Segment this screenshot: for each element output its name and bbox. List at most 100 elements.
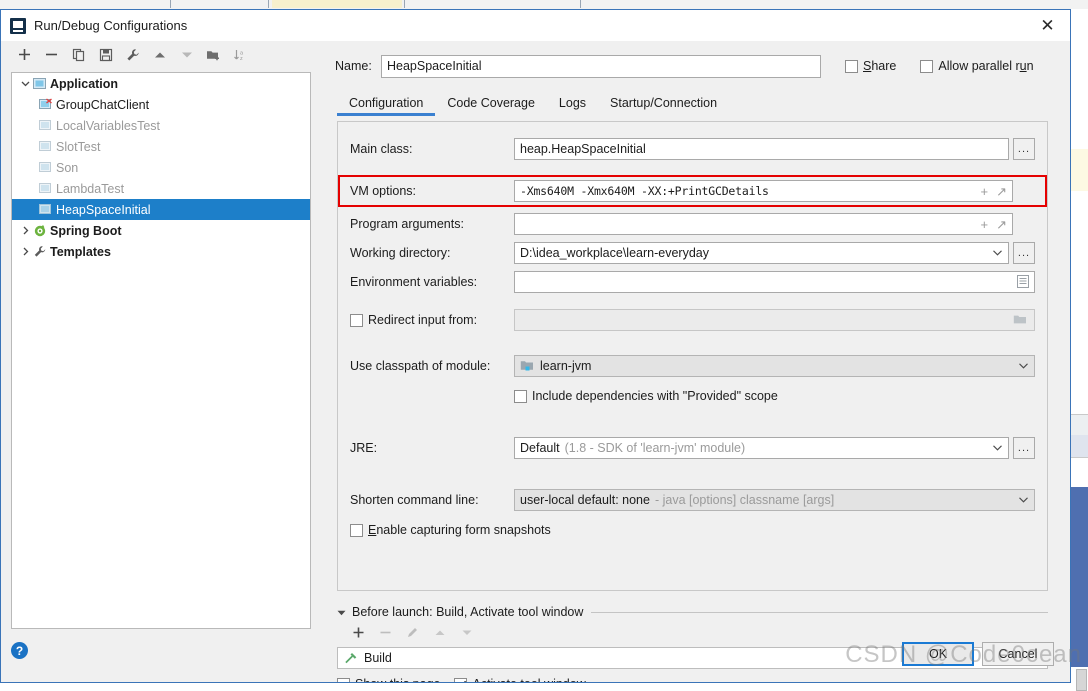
tab-label: Configuration	[349, 95, 424, 110]
tree-item-heapspaceinitial[interactable]: HeapSpaceInitial	[12, 199, 310, 220]
environment-variables-input[interactable]	[514, 271, 1035, 293]
svg-text:z: z	[240, 56, 243, 62]
chevron-down-icon[interactable]	[337, 605, 346, 619]
remove-configuration-button[interactable]	[38, 43, 65, 67]
vm-options-label: VM options:	[350, 184, 417, 198]
tree-item-templates[interactable]: Templates	[12, 241, 310, 262]
enable-capturing-checkbox-wrap[interactable]: Enable capturing form snapshots	[350, 523, 551, 537]
tab-label: Startup/Connection	[610, 95, 718, 110]
redirect-input-label-wrap[interactable]: Redirect input from:	[350, 313, 514, 327]
use-classpath-of-module-combo[interactable]: learn-jvm	[514, 355, 1035, 377]
allow-parallel-run-checkbox[interactable]: Allow parallel run	[920, 59, 1034, 73]
allow-parallel-run-checkbox-box[interactable]	[920, 59, 934, 73]
cancel-button[interactable]: Cancel	[982, 642, 1054, 666]
tab-logs[interactable]: Logs	[547, 89, 598, 116]
chevron-right-icon[interactable]	[18, 247, 33, 256]
chevron-down-icon[interactable]	[993, 443, 1002, 454]
tree-item-label: Application	[50, 76, 119, 91]
show-this-page-checkbox[interactable]	[337, 677, 350, 682]
tree-item-lambdatest[interactable]: LambdaTest	[12, 178, 310, 199]
main-class-input[interactable]	[514, 138, 1009, 160]
name-input[interactable]	[381, 54, 821, 78]
activate-tool-window-checkbox-wrap[interactable]: Activate tool window	[454, 677, 586, 682]
before-launch-edit-button	[399, 620, 426, 644]
save-configuration-button[interactable]	[92, 43, 119, 67]
chevron-right-icon[interactable]	[18, 226, 33, 235]
program-arguments-input[interactable]	[514, 213, 1013, 235]
move-down-button[interactable]	[173, 43, 200, 67]
configurations-tree[interactable]: Application GroupChatClient LocalVariabl…	[11, 72, 311, 629]
chevron-down-icon[interactable]	[18, 79, 33, 88]
run-config-icon	[39, 140, 56, 153]
before-launch-add-button[interactable]	[345, 620, 372, 644]
enable-capturing-checkbox[interactable]	[350, 523, 363, 537]
vm-options-input[interactable]	[514, 180, 1013, 202]
main-class-browse-button[interactable]: ...	[1013, 138, 1035, 160]
tree-item-son[interactable]: Son	[12, 157, 310, 178]
tree-item-label: HeapSpaceInitial	[56, 202, 151, 217]
jre-browse-button[interactable]: ...	[1013, 437, 1035, 459]
close-icon[interactable]: ✕	[1025, 10, 1070, 41]
run-config-icon	[39, 182, 56, 195]
include-provided-checkbox[interactable]	[514, 389, 527, 403]
jre-label: JRE:	[350, 441, 378, 455]
show-this-page-checkbox-wrap[interactable]: Show this page	[337, 677, 440, 682]
tab-code-coverage[interactable]: Code Coverage	[435, 89, 547, 116]
copy-configuration-button[interactable]	[65, 43, 92, 67]
wrench-icon[interactable]	[119, 43, 146, 67]
share-checkbox-box[interactable]	[845, 59, 858, 73]
module-icon	[520, 360, 534, 372]
share-checkbox[interactable]: Share	[845, 59, 896, 73]
run-config-icon	[39, 203, 56, 216]
tree-item-label: LocalVariablesTest	[56, 118, 160, 133]
before-launch-header[interactable]: Before launch: Build, Activate tool wind…	[337, 605, 1048, 619]
help-button[interactable]: ?	[11, 642, 28, 659]
shorten-command-line-row: Shorten command line: user-local default…	[350, 487, 1035, 513]
tree-item-label: Templates	[50, 244, 111, 259]
jre-value: Default	[520, 441, 560, 455]
folder-add-icon[interactable]	[200, 43, 227, 67]
chevron-down-icon[interactable]	[1019, 495, 1028, 506]
background-right-panel-2	[1071, 435, 1088, 458]
tab-startup-connection[interactable]: Startup/Connection	[598, 89, 729, 116]
working-directory-browse-button[interactable]: ...	[1013, 242, 1035, 264]
enable-capturing-label: Enable capturing form snapshots	[368, 523, 551, 537]
redirect-input-checkbox[interactable]	[350, 313, 363, 327]
program-arguments-label: Program arguments:	[350, 217, 464, 231]
activate-tool-window-checkbox[interactable]	[454, 677, 468, 682]
chevron-down-icon[interactable]	[993, 248, 1002, 259]
jre-combo[interactable]: Default (1.8 - SDK of 'learn-jvm' module…	[514, 437, 1009, 459]
configurations-panel: az Application GroupChatClient LocalVari…	[1, 41, 327, 682]
build-hammer-icon	[344, 651, 358, 665]
tree-item-localvariablestest[interactable]: LocalVariablesTest	[12, 115, 310, 136]
run-config-icon	[39, 161, 56, 174]
shorten-command-line-value: user-local default: none	[520, 493, 650, 507]
run-debug-configurations-dialog: Run/Debug Configurations ✕ a z Applicati…	[0, 9, 1071, 683]
chevron-down-icon[interactable]	[1019, 361, 1028, 372]
tree-item-application[interactable]: Application	[12, 73, 310, 94]
shorten-command-line-combo[interactable]: user-local default: none - java [options…	[514, 489, 1035, 511]
before-launch-move-down-button	[453, 620, 480, 644]
working-directory-combo[interactable]: D:\idea_workplace\learn-everyday	[514, 242, 1009, 264]
background-tick	[170, 0, 171, 8]
redirect-input-field	[514, 309, 1035, 331]
tree-item-groupchatclient[interactable]: GroupChatClient	[12, 94, 310, 115]
share-label: Share	[863, 59, 897, 73]
add-configuration-button[interactable]	[11, 43, 38, 67]
run-config-icon	[39, 119, 56, 132]
allow-parallel-run-label: Allow parallel run	[938, 59, 1034, 73]
main-class-label: Main class:	[350, 142, 413, 156]
tab-configuration[interactable]: Configuration	[337, 89, 436, 116]
include-provided-label: Include dependencies with "Provided" sco…	[532, 389, 778, 403]
tab-label: Logs	[558, 95, 587, 110]
move-up-button[interactable]	[146, 43, 173, 67]
include-provided-checkbox-wrap[interactable]: Include dependencies with "Provided" sco…	[514, 389, 1035, 403]
before-launch-divider	[591, 611, 1048, 613]
before-launch-move-up-button	[426, 620, 453, 644]
tree-item-slottest[interactable]: SlotTest	[12, 136, 310, 157]
background-tick	[580, 0, 581, 8]
ok-button[interactable]: OK	[902, 642, 974, 666]
tree-item-spring-boot[interactable]: Spring Boot	[12, 220, 310, 241]
sort-az-icon[interactable]: az	[227, 43, 254, 67]
environment-variables-row: Environment variables:	[350, 269, 1035, 295]
